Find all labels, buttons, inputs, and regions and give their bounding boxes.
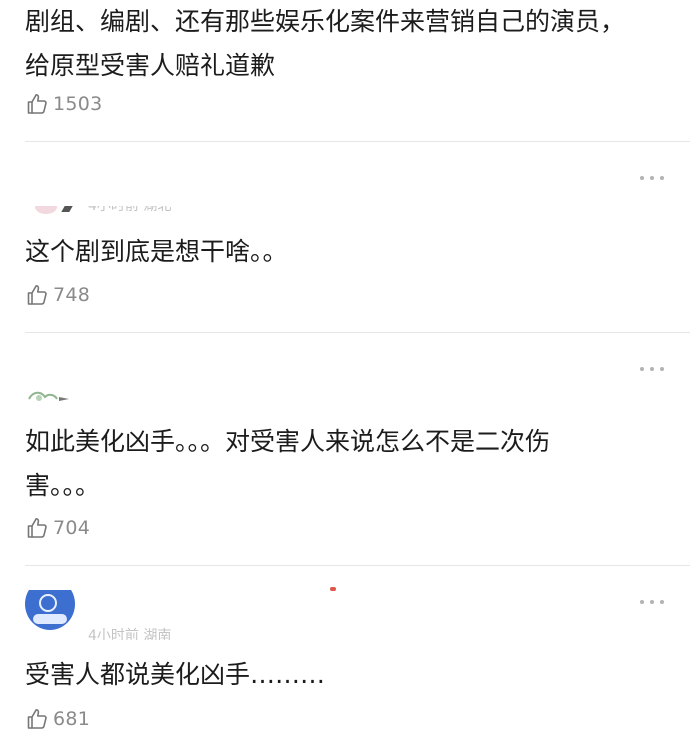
avatar[interactable] [25, 206, 85, 216]
comment-feed: 剧组、编剧、还有那些娱乐化案件来营销自己的演员， 给原型受害人赔礼道歉 1503… [0, 0, 690, 737]
comment-text: 受害人都说美化凶手……… [25, 660, 326, 689]
like-count: 1503 [53, 93, 103, 115]
divider [25, 565, 690, 566]
comment-meta: 4小时前 湖南 [88, 628, 172, 640]
divider [25, 141, 690, 142]
comment-text: 如此美化凶手。。。对受害人来说怎么不是二次伤 害。。。 [25, 427, 551, 500]
thumbs-up-icon [25, 283, 49, 307]
avatar[interactable] [25, 389, 75, 405]
divider [25, 332, 690, 333]
more-dots-icon[interactable] [640, 597, 664, 607]
like-count: 748 [53, 284, 91, 306]
comment-meta: 4小时前 湖北 [88, 206, 172, 214]
like-button[interactable]: 681 [25, 705, 90, 733]
like-button[interactable]: 748 [25, 281, 90, 309]
like-count: 681 [53, 708, 91, 730]
like-button[interactable]: 1503 [25, 90, 103, 118]
avatar[interactable] [25, 590, 81, 642]
like-count: 704 [53, 517, 91, 539]
comment-text: 这个剧到底是想干啥。。 [25, 237, 288, 266]
like-button[interactable]: 704 [25, 514, 90, 542]
decoration [330, 587, 336, 591]
more-dots-icon[interactable] [640, 173, 664, 183]
more-dots-icon[interactable] [640, 364, 664, 374]
thumbs-up-icon [25, 707, 49, 731]
thumbs-up-icon [25, 516, 49, 540]
thumbs-up-icon [25, 92, 49, 116]
comment-text: 剧组、编剧、还有那些娱乐化案件来营销自己的演员， 给原型受害人赔礼道歉 [25, 7, 626, 80]
